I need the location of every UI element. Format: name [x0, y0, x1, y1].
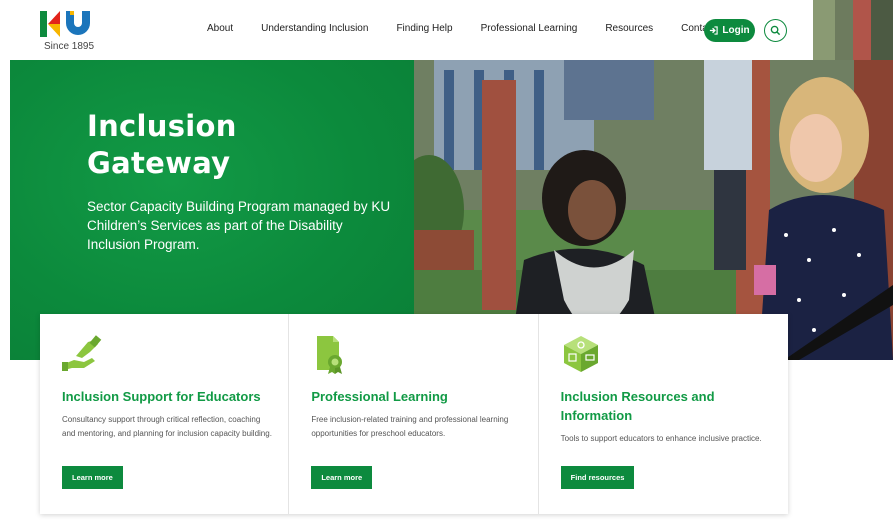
card-description: Tools to support educators to enhance in…	[560, 434, 762, 443]
card-title: Inclusion Resources and Information	[560, 389, 715, 423]
nav-understanding-inclusion[interactable]: Understanding Inclusion	[261, 23, 368, 34]
card-professional-learning: Professional Learning Free inclusion-rel…	[289, 314, 539, 514]
ku-logo-mark	[40, 11, 90, 37]
nav-finding-help[interactable]: Finding Help	[396, 23, 452, 34]
card-description: Consultancy support through critical ref…	[62, 415, 272, 438]
nav-about[interactable]: About	[207, 23, 233, 34]
hero-title-line1: Inclusion	[87, 109, 237, 143]
card-inclusion-support: Inclusion Support for Educators Consulta…	[40, 314, 290, 514]
search-icon	[770, 25, 781, 36]
nav-resources[interactable]: Resources	[605, 23, 653, 34]
hero-photo-top-strip	[813, 0, 893, 60]
card-title: Professional Learning	[311, 389, 448, 404]
hero-title: Inclusion Gateway	[87, 108, 237, 182]
learn-more-button[interactable]: Learn more	[62, 466, 123, 489]
ku-logo[interactable]: Since 1895	[38, 8, 108, 54]
learn-more-button[interactable]: Learn more	[311, 466, 373, 489]
resource-box-icon	[563, 336, 598, 372]
helping-hands-icon	[62, 335, 102, 371]
site-header: Since 1895 About Understanding Inclusion…	[10, 0, 813, 60]
card-inclusion-resources: Inclusion Resources and Information Tool…	[539, 314, 788, 514]
certificate-icon	[317, 336, 343, 374]
login-label: Login	[722, 25, 750, 36]
card-description: Free inclusion-related training and prof…	[311, 415, 509, 438]
login-button[interactable]: Login	[704, 19, 755, 42]
nav-professional-learning[interactable]: Professional Learning	[481, 23, 578, 34]
login-icon	[710, 26, 719, 35]
logo-since-text: Since 1895	[44, 41, 95, 52]
main-nav: About Understanding Inclusion Finding He…	[207, 23, 744, 34]
card-title: Inclusion Support for Educators	[62, 389, 261, 404]
search-button[interactable]	[764, 19, 787, 42]
hero-title-line2: Gateway	[87, 146, 231, 180]
feature-cards: Inclusion Support for Educators Consulta…	[40, 314, 788, 514]
find-resources-button[interactable]: Find resources	[560, 466, 635, 489]
hero-subtitle: Sector Capacity Building Program managed…	[87, 199, 391, 252]
